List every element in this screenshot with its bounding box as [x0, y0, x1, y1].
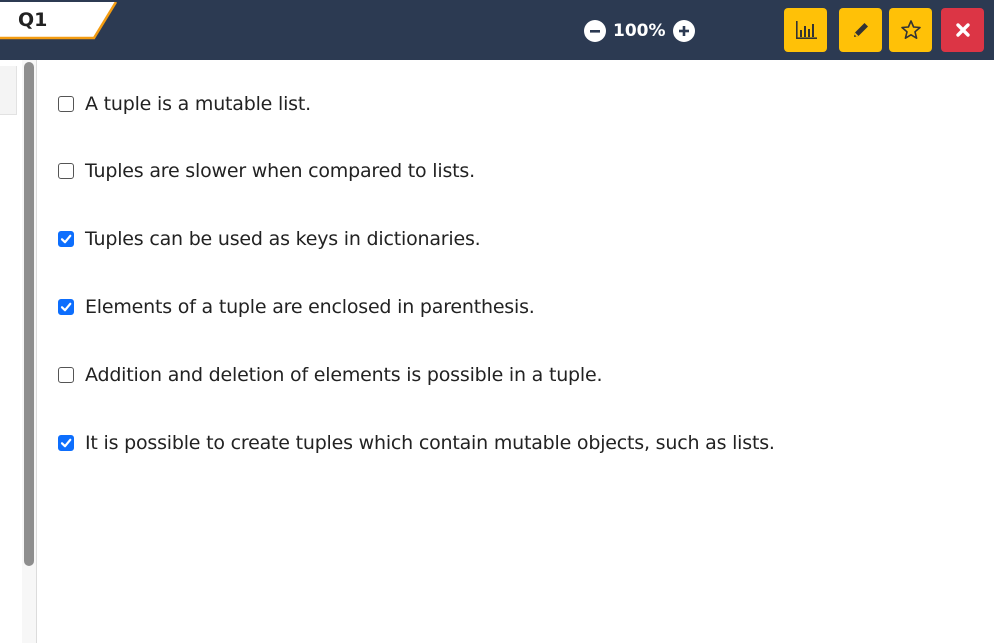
- option-item[interactable]: Elements of a tuple are enclosed in pare…: [58, 293, 958, 321]
- zoom-level: 100%: [613, 21, 666, 41]
- favorite-button[interactable]: [889, 8, 932, 52]
- option-text: Elements of a tuple are enclosed in pare…: [85, 296, 535, 318]
- zoom-control: 100%: [584, 18, 695, 44]
- option-item[interactable]: Tuples are slower when compared to lists…: [58, 157, 958, 185]
- option-checkbox[interactable]: [58, 96, 74, 112]
- option-checkbox[interactable]: [58, 299, 74, 315]
- option-text: Tuples are slower when compared to lists…: [85, 160, 475, 182]
- close-button[interactable]: [941, 8, 984, 52]
- close-icon: [955, 23, 970, 37]
- check-icon: [60, 302, 72, 312]
- bar-chart-icon: [795, 21, 817, 39]
- option-text: Tuples can be used as keys in dictionari…: [85, 228, 481, 250]
- side-panel-edge: [0, 66, 17, 115]
- edit-button[interactable]: [839, 8, 882, 52]
- option-text: Addition and deletion of elements is pos…: [85, 364, 603, 386]
- option-item[interactable]: It is possible to create tuples which co…: [58, 429, 958, 457]
- check-icon: [60, 438, 72, 448]
- zoom-in-icon[interactable]: [672, 20, 695, 42]
- star-icon: [900, 20, 921, 40]
- tab-label: Q1: [18, 9, 48, 31]
- question-tab[interactable]: Q1: [0, 2, 120, 40]
- option-item[interactable]: Tuples can be used as keys in dictionari…: [58, 225, 958, 253]
- option-item[interactable]: Addition and deletion of elements is pos…: [58, 361, 958, 389]
- option-checkbox[interactable]: [58, 435, 74, 451]
- scrollbar-thumb[interactable]: [24, 62, 34, 566]
- check-icon: [60, 234, 72, 244]
- option-checkbox[interactable]: [58, 367, 74, 383]
- option-checkbox[interactable]: [58, 231, 74, 247]
- stats-button[interactable]: [784, 8, 827, 52]
- top-toolbar: Q1 100%: [0, 0, 994, 60]
- zoom-out-icon[interactable]: [584, 20, 606, 42]
- option-checkbox[interactable]: [58, 163, 74, 179]
- option-text: It is possible to create tuples which co…: [85, 432, 775, 454]
- option-text: A tuple is a mutable list.: [85, 93, 311, 115]
- option-item[interactable]: A tuple is a mutable list.: [58, 90, 958, 118]
- pencil-icon: [853, 23, 868, 37]
